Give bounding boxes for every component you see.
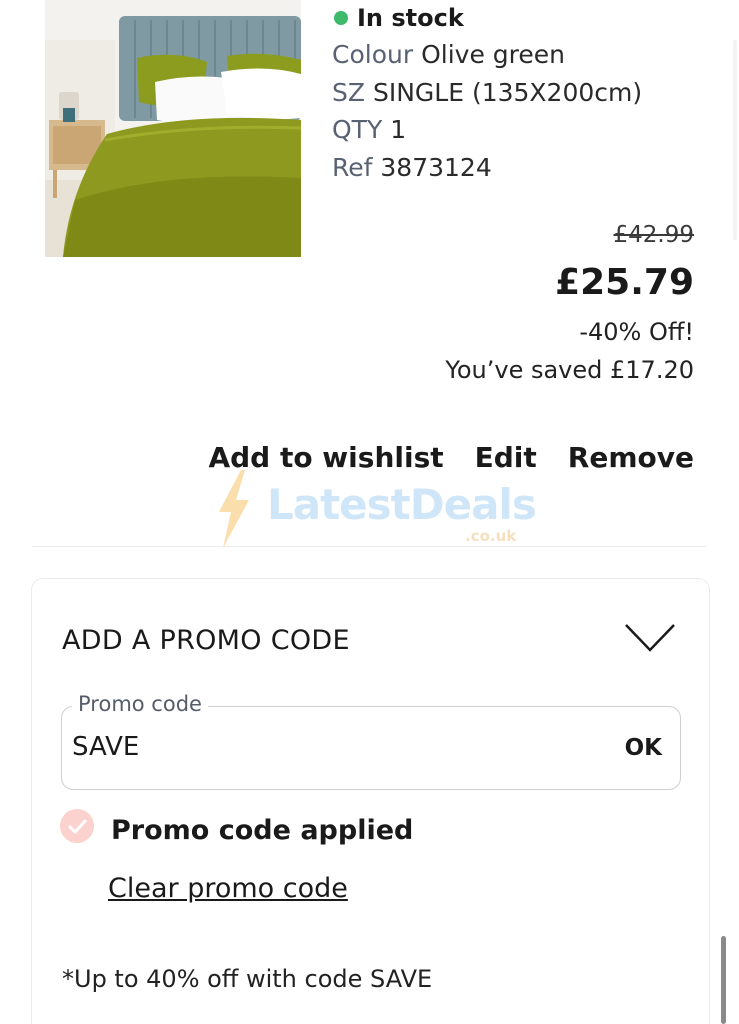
product-colour: Colour Olive green (332, 40, 565, 69)
ref-label: Ref (332, 153, 373, 182)
stock-status-text: In stock (357, 4, 464, 32)
scrollbar-track[interactable] (733, 40, 737, 240)
product-quantity: QTY 1 (332, 115, 406, 144)
original-price: £42.99 (613, 222, 694, 248)
qty-value: 1 (390, 115, 407, 144)
promo-code-input[interactable] (72, 727, 552, 767)
size-value: SINGLE (135X200cm) (372, 78, 643, 107)
scrollbar-thumb[interactable] (721, 936, 726, 1024)
sale-price: £25.79 (555, 262, 694, 303)
promo-field-label: Promo code (72, 692, 208, 716)
check-circle-icon (60, 809, 94, 843)
qty-label: QTY (332, 115, 383, 144)
product-image (45, 0, 301, 257)
promo-code-field: Promo code OK (61, 692, 681, 790)
clear-promo-code-link[interactable]: Clear promo code (108, 873, 348, 904)
watermark-domain: .co.uk (465, 527, 517, 545)
watermark-name: LatestDeals (267, 480, 537, 529)
stock-status: In stock (334, 4, 464, 32)
chevron-down-icon[interactable] (624, 623, 676, 653)
product-reference: Ref 3873124 (332, 153, 492, 182)
section-divider (32, 546, 707, 547)
savings-text: You’ve saved £17.20 (445, 356, 694, 384)
promo-ok-button[interactable]: OK (625, 735, 662, 761)
colour-label: Colour (332, 40, 414, 69)
watermark-logo: LatestDeals .co.uk (213, 470, 537, 548)
product-size: SZ SINGLE (135X200cm) (332, 78, 642, 107)
size-label: SZ (332, 78, 365, 107)
lightning-bolt-icon (219, 470, 249, 548)
promo-applied-message: Promo code applied (111, 815, 414, 846)
discount-label: -40% Off! (579, 318, 694, 346)
promo-code-panel: ADD A PROMO CODE Promo code OK Promo cod… (31, 578, 710, 1024)
remove-link[interactable]: Remove (568, 441, 694, 474)
promo-footnote: *Up to 40% off with code SAVE (62, 965, 433, 993)
colour-value: Olive green (421, 40, 565, 69)
promo-title: ADD A PROMO CODE (62, 625, 350, 656)
status-dot-icon (334, 11, 348, 25)
ref-value: 3873124 (380, 153, 492, 182)
